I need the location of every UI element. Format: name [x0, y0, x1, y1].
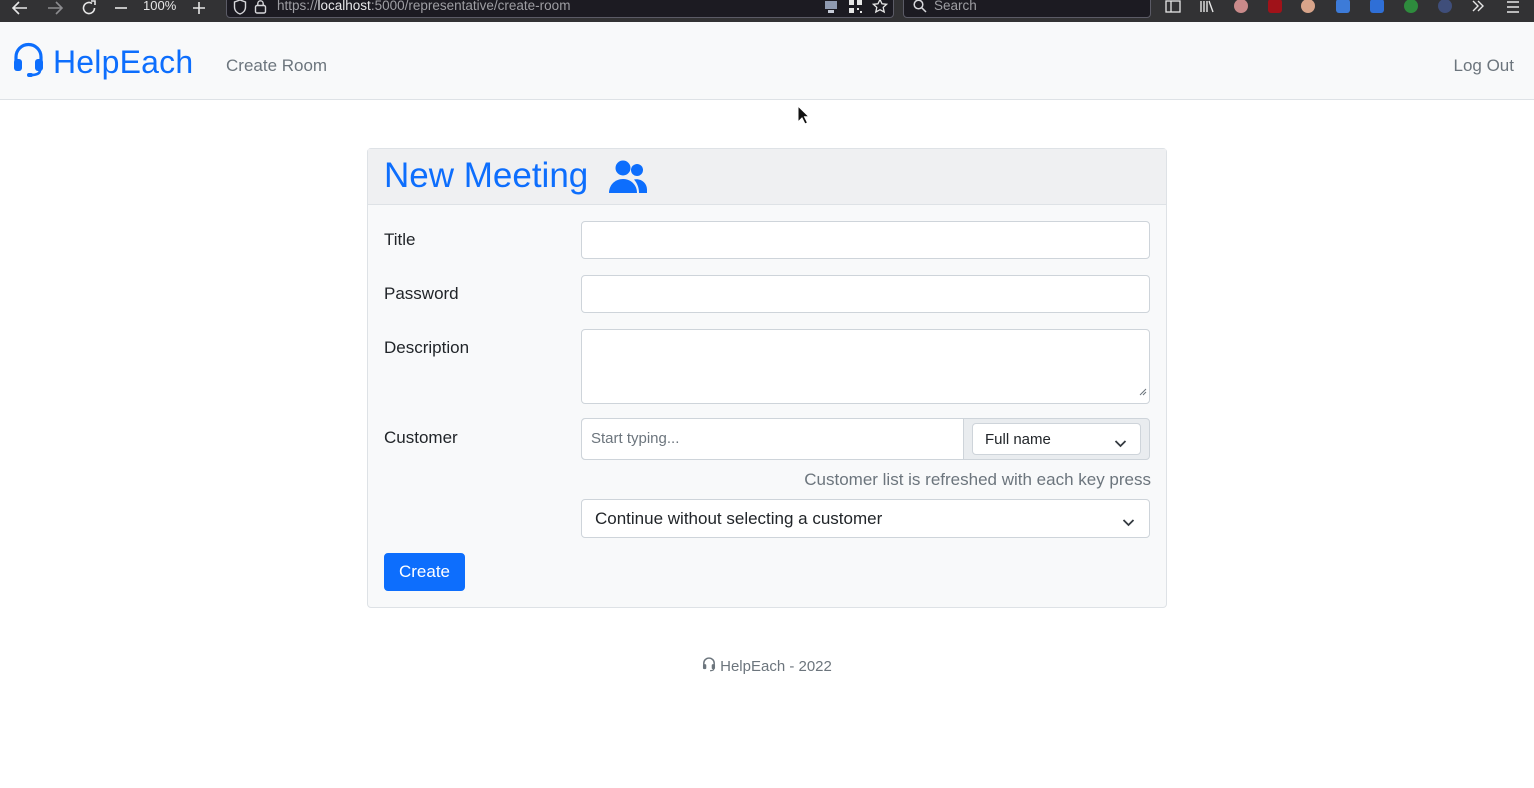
zoom-level[interactable]: 100% — [143, 0, 176, 13]
chevron-down-icon — [1122, 514, 1135, 532]
customer-input-group: Start typing... Full name — [581, 418, 1150, 460]
navbar: HelpEach Create Room Log Out — [0, 22, 1534, 100]
new-meeting-card: New Meeting Title Password Description C… — [367, 148, 1167, 608]
overflow-chevron-icon[interactable] — [1471, 0, 1485, 18]
extension-icon[interactable] — [1438, 0, 1452, 13]
back-icon[interactable] — [12, 0, 28, 16]
create-button[interactable]: Create — [384, 553, 465, 591]
ublock-icon[interactable] — [1268, 0, 1282, 13]
footer: HelpEach - 2022 — [0, 657, 1534, 676]
search-icon — [913, 0, 927, 18]
url-text[interactable]: https://localhost:5000/representative/cr… — [277, 0, 570, 13]
customer-search-by-select[interactable]: Full name — [972, 423, 1141, 455]
extension-icon[interactable] — [1336, 0, 1350, 13]
shield-icon[interactable] — [233, 0, 247, 20]
extension-icon[interactable] — [1234, 0, 1248, 13]
description-textarea[interactable] — [581, 329, 1150, 404]
browser-search-bar[interactable]: Search — [903, 0, 1151, 18]
headset-icon — [702, 657, 716, 676]
chevron-down-icon — [1114, 435, 1127, 453]
search-placeholder: Search — [934, 0, 977, 13]
browser-toolbar: 100% https://localhost:5000/representati… — [0, 0, 1534, 22]
zoom-out-icon[interactable] — [114, 0, 128, 16]
brand-link[interactable]: HelpEach — [12, 42, 193, 83]
nav-create-room[interactable]: Create Room — [226, 56, 327, 76]
extension-icon[interactable] — [1404, 0, 1418, 13]
reload-icon[interactable] — [81, 0, 97, 16]
zoom-in-icon[interactable] — [192, 0, 206, 16]
card-header: New Meeting — [368, 149, 1166, 205]
password-label: Password — [384, 284, 459, 303]
page-monitor-icon[interactable] — [823, 0, 839, 20]
library-icon[interactable] — [1199, 0, 1215, 18]
hamburger-menu-icon[interactable] — [1506, 0, 1520, 18]
qr-code-icon[interactable] — [848, 0, 863, 19]
customer-select-value: Continue without selecting a customer — [595, 509, 883, 528]
sidebar-icon[interactable] — [1165, 0, 1181, 18]
customer-select[interactable]: Continue without selecting a customer — [581, 499, 1150, 538]
mouse-cursor-icon — [797, 104, 811, 130]
page-title: New Meeting — [384, 156, 589, 195]
url-bar[interactable]: https://localhost:5000/representative/cr… — [226, 0, 894, 18]
title-label: Title — [384, 230, 416, 249]
brand-name: HelpEach — [53, 44, 194, 80]
customer-help-text: Customer list is refreshed with each key… — [804, 470, 1151, 489]
customer-search-input[interactable]: Start typing... — [582, 419, 964, 459]
extension-icon[interactable] — [1301, 0, 1315, 13]
customer-label: Customer — [384, 428, 458, 447]
translate-icon[interactable] — [1370, 0, 1384, 13]
headset-icon — [12, 42, 45, 83]
description-label: Description — [384, 338, 470, 357]
bookmark-star-icon[interactable] — [871, 0, 889, 19]
resize-grip-icon[interactable] — [1137, 383, 1147, 401]
footer-text: HelpEach - 2022 — [720, 658, 832, 675]
lock-icon[interactable] — [254, 0, 267, 19]
password-input[interactable] — [581, 275, 1150, 313]
users-icon — [608, 160, 648, 199]
forward-icon[interactable] — [47, 0, 63, 16]
title-input[interactable] — [581, 221, 1150, 259]
customer-search-by-value: Full name — [985, 431, 1051, 448]
customer-search-placeholder: Start typing... — [591, 430, 680, 447]
logout-link[interactable]: Log Out — [1454, 56, 1515, 76]
